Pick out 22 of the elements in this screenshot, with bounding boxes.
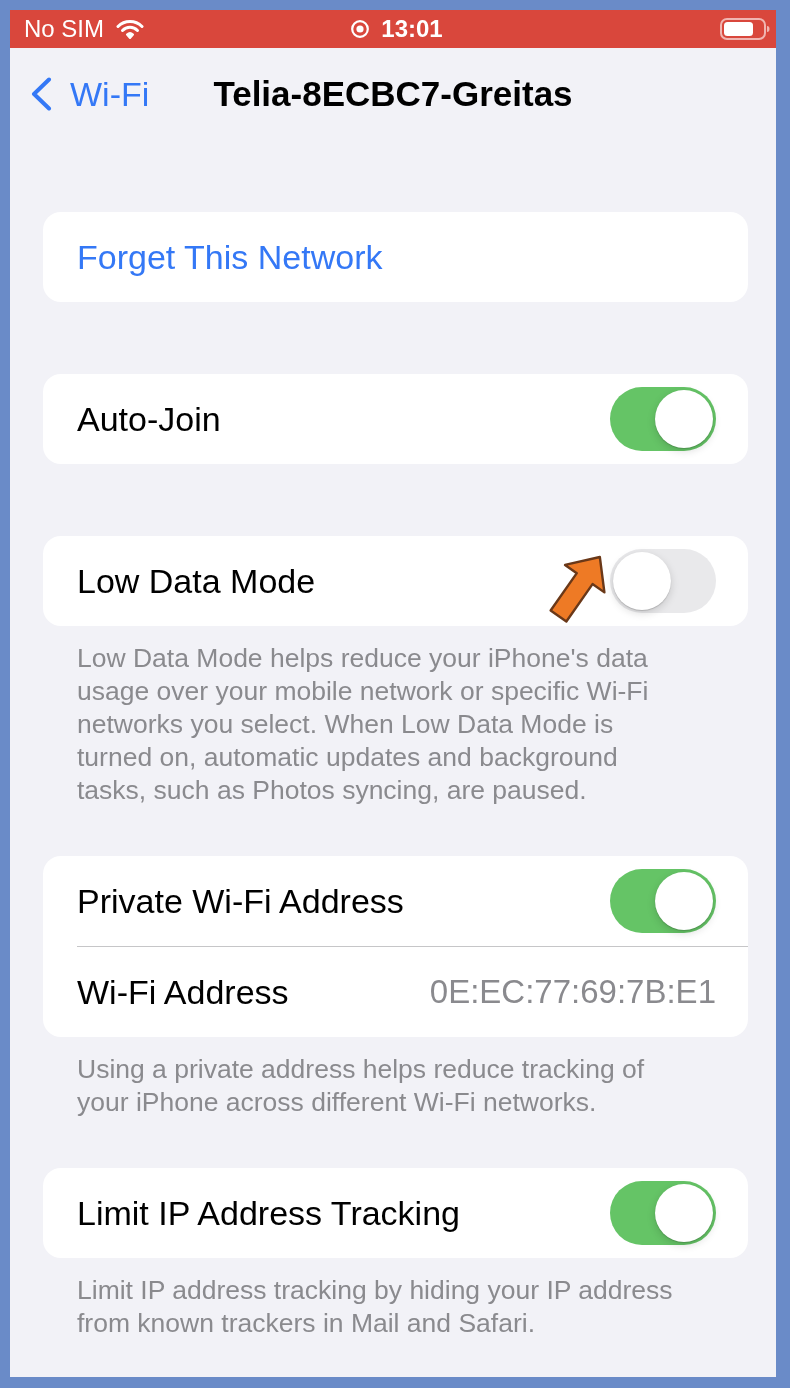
row-label: Limit IP Address Tracking <box>77 1193 460 1233</box>
chevron-left-icon <box>30 77 52 111</box>
section-footer-text: Low Data Mode helps reduce your iPhone's data usage over your mobile network or specific Wi-Fi networks you select. When Low Data Mode is turned on, automatic updates and background tasks, such as Photos syncing, are paused. <box>76 642 650 807</box>
page-title: Telia-8ECBC7-Greitas <box>213 74 573 114</box>
row-label: Wi-Fi Address <box>77 972 289 1012</box>
wifi-icon <box>116 19 144 39</box>
toggle-switch[interactable] <box>610 387 716 451</box>
row-label: Private Wi-Fi Address <box>77 881 404 921</box>
row-label: Auto-Join <box>77 399 221 439</box>
carrier-text: No SIM <box>24 15 104 43</box>
section-footer-text: Limit IP address tracking by hiding your IP address from known trackers in Mail and Safari. <box>76 1274 674 1340</box>
circle-dot-icon <box>351 20 370 38</box>
clock-text: 13:01 <box>381 15 443 43</box>
toggle-switch[interactable] <box>610 1181 716 1245</box>
toggle-switch[interactable] <box>610 869 716 933</box>
toggle-switch[interactable] <box>610 549 716 613</box>
row-value: 0E:EC:77:69:7B:E1 <box>429 973 716 1011</box>
section-footer-text: Using a private address helps reduce tracking of your iPhone across different Wi-Fi networks. <box>76 1053 646 1119</box>
row-label: Low Data Mode <box>77 561 316 601</box>
battery-icon <box>720 18 770 40</box>
action-link[interactable]: Forget This Network <box>77 237 383 277</box>
back-button[interactable]: Wi-Fi <box>30 74 150 114</box>
